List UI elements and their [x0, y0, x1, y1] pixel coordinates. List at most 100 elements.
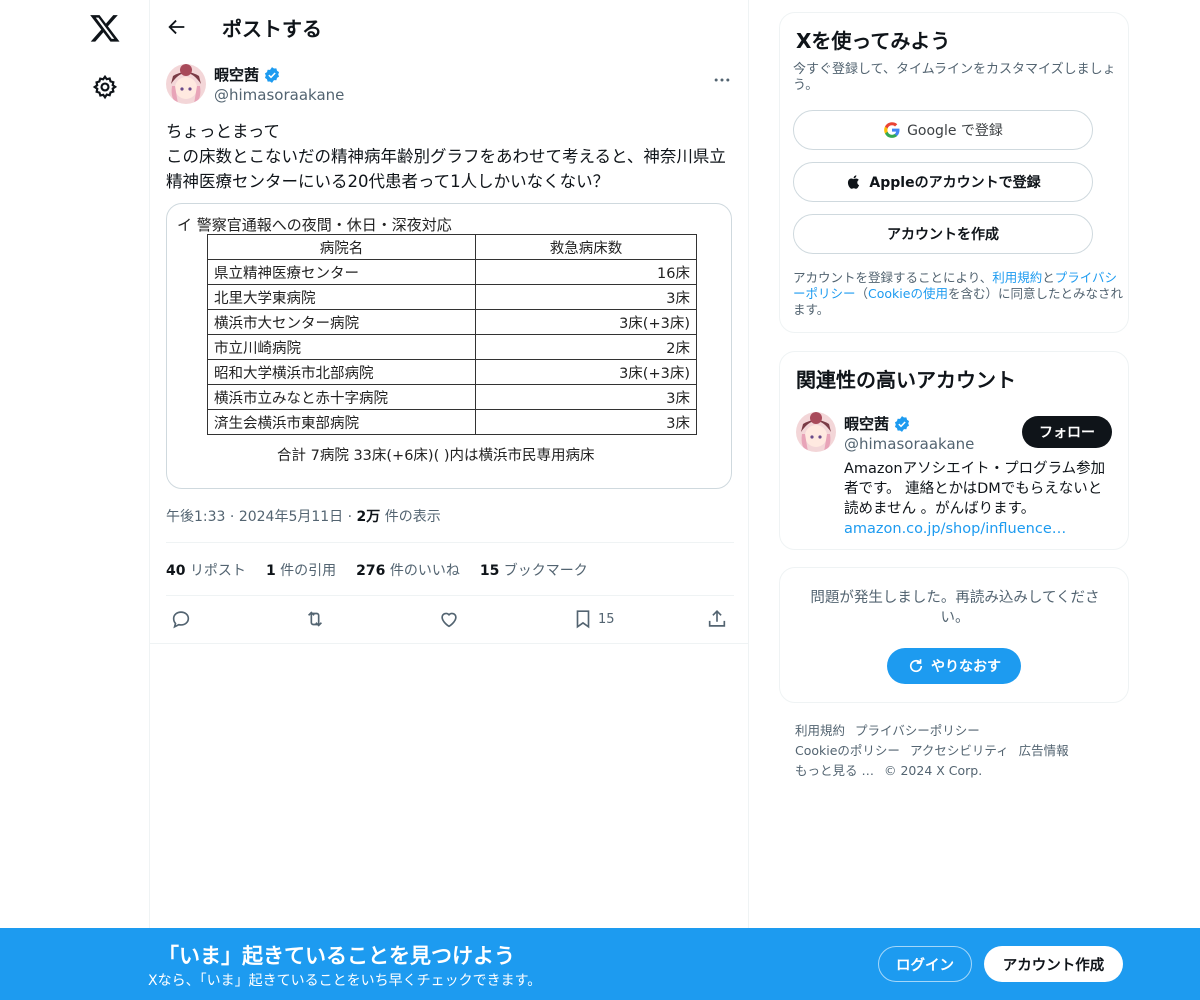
- repost-icon: [307, 611, 323, 627]
- apple-signup-button[interactable]: Appleのアカウントで登録: [793, 162, 1093, 202]
- table-cell: 北里大学東病院: [207, 284, 476, 310]
- reply-button[interactable]: [170, 608, 192, 630]
- table-row: 横浜市大センター病院 3床(+3床): [207, 309, 697, 335]
- table-header-beds: 救急病床数: [475, 234, 697, 260]
- footer-cookie[interactable]: Cookieのポリシー: [795, 743, 900, 758]
- bookmarks-stat[interactable]: 15 ブックマーク: [480, 560, 588, 580]
- main-column: ポストする 暇空茜 @himasoraakane ちょっとまって この床数とこな…: [150, 0, 749, 930]
- author-name[interactable]: 暇空茜: [214, 64, 259, 85]
- divider: [150, 643, 749, 644]
- footer-copyright: © 2024 X Corp.: [883, 763, 983, 778]
- author-name-row: 暇空茜: [214, 64, 281, 85]
- google-signup-button[interactable]: Google で登録: [793, 110, 1093, 150]
- footer-terms[interactable]: 利用規約: [795, 723, 845, 738]
- login-button[interactable]: ログイン: [878, 946, 972, 982]
- table-row: 市立川崎病院 2床: [207, 334, 697, 360]
- table-cell: 昭和大学横浜市北部病院: [207, 359, 476, 385]
- repost-button[interactable]: [304, 608, 326, 630]
- verified-icon: [264, 66, 280, 83]
- bio-link[interactable]: amazon.co.jp/shop/influence…: [844, 521, 1066, 537]
- apple-signup-label: Appleのアカウントで登録: [869, 175, 1041, 191]
- gear-icon[interactable]: [92, 74, 118, 100]
- retry-button[interactable]: やりなおす: [887, 648, 1021, 684]
- avatar[interactable]: [796, 412, 836, 452]
- table-cell: 横浜市立みなと赤十字病院: [207, 384, 476, 410]
- signup-title: Xを使ってみよう: [796, 29, 951, 53]
- footer-more[interactable]: もっと見る …: [795, 763, 874, 778]
- table-row: 済生会横浜市東部病院 3床: [207, 409, 697, 435]
- bookmark-icon: [576, 610, 590, 629]
- follow-button[interactable]: フォロー: [1022, 416, 1112, 448]
- table-cell: 3床: [475, 384, 697, 410]
- table-row: 北里大学東病院 3床: [207, 284, 697, 310]
- table-header-row: 病院名 救急病床数: [207, 234, 697, 260]
- share-button[interactable]: [706, 608, 728, 630]
- bio-text: Amazonアソシエイト・プログラム参加者です。 連絡とかはDMでもらえないと読…: [844, 461, 1106, 517]
- divider: [166, 542, 734, 543]
- divider: [166, 595, 734, 596]
- back-arrow-icon[interactable]: [166, 16, 188, 38]
- like-icon: [441, 612, 457, 628]
- related-handle[interactable]: @himasoraakane: [844, 435, 974, 453]
- avatar[interactable]: [166, 64, 206, 104]
- banner-signup-button[interactable]: アカウント作成: [984, 946, 1123, 982]
- related-name[interactable]: 暇空茜: [844, 413, 889, 434]
- reposts-stat[interactable]: 40 リポスト: [166, 560, 246, 580]
- share-icon: [708, 610, 726, 627]
- author-handle[interactable]: @himasoraakane: [214, 86, 344, 104]
- related-name-row: 暇空茜: [844, 413, 911, 434]
- like-button[interactable]: [438, 608, 460, 630]
- tweet-text: ちょっとまって この床数とこないだの精神病年齢別グラフをあわせて考えると、神奈川…: [166, 122, 726, 191]
- image-caption: イ 警察官通報への夜間・休日・深夜対応: [177, 216, 452, 234]
- tweet-meta: 午後1:33 · 2024年5月11日 · 2万 件の表示: [166, 509, 441, 525]
- likes-stat[interactable]: 276 件のいいね: [356, 560, 460, 580]
- signup-subtitle: 今すぐ登録して、タイムラインをカスタマイズしましょう。: [793, 62, 1116, 93]
- page-title: ポストする: [222, 17, 322, 41]
- error-card: 問題が発生しました。再読み込みしてください。 やりなおす: [779, 567, 1129, 703]
- bookmarks-count: 15: [479, 563, 500, 579]
- image-table: 病院名 救急病床数 県立精神医療センター 16床 北里大学東病院 3床 横浜市大セン…: [207, 234, 697, 435]
- table-cell: 市立川崎病院: [207, 334, 476, 360]
- table-row: 昭和大学横浜市北部病院 3床(+3床): [207, 359, 697, 385]
- bookmark-button[interactable]: 15: [572, 608, 615, 630]
- quotes-count: 1: [265, 563, 276, 579]
- top-bar: ポストする: [150, 0, 748, 53]
- table-cell: 16床: [475, 259, 697, 285]
- tweet-image[interactable]: イ 警察官通報への夜間・休日・深夜対応 病院名 救急病床数 県立精神医療センター…: [166, 203, 732, 489]
- table-row: 横浜市立みなと赤十字病院 3床: [207, 384, 697, 410]
- terms-link[interactable]: 利用規約: [992, 270, 1042, 285]
- footer-accessibility[interactable]: アクセシビリティ: [910, 743, 1009, 758]
- tweet-date[interactable]: 2024年5月11日: [239, 509, 343, 525]
- signup-card: Xを使ってみよう 今すぐ登録して、タイムラインをカスタマイズしましょう。 Goo…: [779, 12, 1129, 333]
- cookie-link[interactable]: Cookieの使用: [868, 286, 948, 301]
- google-icon: [884, 122, 900, 138]
- left-nav: [0, 0, 150, 1000]
- table-cell: 済生会横浜市東部病院: [207, 409, 476, 435]
- related-bio: Amazonアソシエイト・プログラム参加者です。 連絡とかはDMでもらえないと読…: [844, 459, 1116, 539]
- views-label: 件の表示: [384, 509, 441, 525]
- more-icon[interactable]: [712, 70, 732, 90]
- reposts-count: 40: [166, 563, 186, 579]
- footer-privacy[interactable]: プライバシーポリシー: [855, 723, 980, 738]
- signup-legal: アカウントを登録することにより、利用規約とプライバシーポリシー（Cookieの使…: [793, 270, 1123, 318]
- bookmarks-label: ブックマーク: [503, 563, 588, 579]
- table-cell: 2床: [475, 334, 697, 360]
- table-row: 県立精神医療センター 16床: [207, 259, 697, 285]
- table-cell: 3床(+3床): [475, 359, 697, 385]
- reply-icon: [172, 611, 190, 629]
- footer-ads[interactable]: 広告情報: [1019, 743, 1069, 758]
- table-cell: 県立精神医療センター: [207, 259, 476, 285]
- legal-text: アカウントを登録することにより、: [793, 270, 993, 285]
- tweet-stats: 40 リポスト 1 件の引用 276 件のいいね 15 ブックマーク: [166, 560, 588, 580]
- apple-icon: [848, 175, 860, 189]
- tweet-actions: 15: [170, 608, 740, 632]
- quotes-stat[interactable]: 1 件の引用: [266, 560, 336, 580]
- x-logo-icon[interactable]: [88, 12, 122, 44]
- tweet-time[interactable]: 午後1:33: [166, 509, 225, 525]
- related-title: 関連性の高いアカウント: [796, 368, 1016, 392]
- footer-links: 利用規約 プライバシーポリシー Cookieのポリシー アクセシビリティ 広告情報 も…: [795, 721, 1115, 781]
- error-message: 問題が発生しました。再読み込みしてください。: [810, 590, 1100, 626]
- signup-banner: 「いま」起きていることを見つけよう Xなら、「いま」起きていることをいち早くチェ…: [0, 928, 1200, 1000]
- google-signup-label: Google で登録: [907, 123, 1003, 139]
- create-account-button[interactable]: アカウントを作成: [793, 214, 1093, 254]
